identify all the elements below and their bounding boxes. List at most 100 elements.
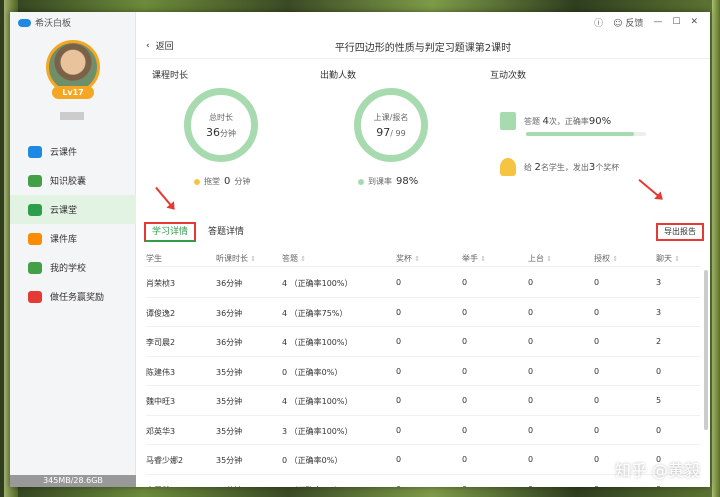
table-cell: 0 bbox=[462, 366, 468, 376]
table-cell: 李司晨2 bbox=[146, 338, 176, 347]
sort-icon[interactable]: ⇕ bbox=[672, 255, 680, 263]
sidebar-item-icon bbox=[28, 174, 42, 187]
duration-ring: 总时长 36分钟 bbox=[184, 88, 258, 162]
stats-panel: 课程时长 总时长 36分钟 拖堂 0 分钟 出勤人数 上课/报名 97/ 99 … bbox=[136, 60, 710, 195]
table-cell: 3 bbox=[656, 307, 662, 317]
table-cell: 0 （正确率0%） bbox=[282, 367, 343, 377]
minimize-icon[interactable]: — bbox=[653, 17, 662, 27]
column-header-label: 奖杯 bbox=[396, 254, 412, 263]
table-cell: 35分钟 bbox=[216, 367, 243, 377]
table-scrollbar[interactable] bbox=[704, 270, 708, 430]
attendance-rate-value: 98% bbox=[396, 176, 419, 187]
column-header[interactable]: 聊天 ⇕ bbox=[656, 253, 680, 264]
column-header-label: 举手 bbox=[462, 254, 478, 263]
table-cell: 2 bbox=[656, 337, 662, 346]
feedback-link[interactable]: ☺ 反馈 bbox=[613, 16, 643, 29]
answer-prefix: 答题 bbox=[524, 116, 540, 126]
column-header[interactable]: 授权 ⇕ bbox=[594, 253, 618, 264]
page-title: 平行四边形的性质与判定习题课第2课时 bbox=[334, 43, 512, 54]
sidebar-item[interactable]: 云课件 bbox=[10, 137, 136, 166]
duration-number: 36 bbox=[206, 125, 220, 139]
table-cell: 35分钟 bbox=[216, 397, 243, 406]
table-cell: 3 （正确率100%） bbox=[282, 426, 353, 436]
table-cell: 5 bbox=[656, 396, 662, 405]
column-header[interactable]: 奖杯 ⇕ bbox=[396, 253, 420, 264]
sidebar-item[interactable]: 课件库 bbox=[10, 224, 136, 253]
column-header[interactable]: 听课时长 ⇕ bbox=[216, 253, 256, 264]
sort-icon[interactable]: ⇕ bbox=[478, 255, 486, 263]
overtime-value: 0 bbox=[224, 176, 231, 187]
table-cell: 0 bbox=[528, 307, 534, 317]
app-brand: 希沃白板 bbox=[18, 16, 71, 29]
cloud-logo-icon bbox=[18, 18, 31, 27]
table-cell: 4 （正确率100%） bbox=[282, 279, 353, 288]
sort-icon[interactable]: ⇕ bbox=[248, 255, 256, 263]
table-cell: 0 bbox=[528, 366, 534, 376]
table-cell: 宋雯希2 bbox=[146, 485, 175, 488]
overtime-note: 拖堂 0 分钟 bbox=[194, 176, 250, 187]
table-cell: 0 bbox=[528, 485, 533, 488]
attendance-rate-label: 到课率 bbox=[368, 177, 392, 186]
table-cell: 0 bbox=[594, 366, 600, 376]
table-row[interactable]: 魏中旺3 35分钟 4 （正确率100%） 0 0 0 0 5 bbox=[146, 386, 700, 416]
sidebar-item-icon bbox=[28, 232, 42, 245]
close-icon[interactable]: ✕ bbox=[690, 17, 698, 27]
table-cell: 0 bbox=[396, 366, 402, 376]
tab-answer-details[interactable]: 答题详情 bbox=[202, 222, 250, 242]
title-bar: ⓘ ☺ 反馈 — ☐ ✕ bbox=[136, 12, 710, 32]
sidebar-item[interactable]: 云课堂 bbox=[10, 195, 136, 224]
column-header-label: 学生 bbox=[146, 254, 162, 263]
sidebar-item-label: 云课堂 bbox=[50, 206, 78, 216]
sidebar-item-icon bbox=[28, 261, 42, 274]
export-report-button[interactable]: 导出报告 bbox=[656, 223, 704, 241]
quiz-icon bbox=[500, 112, 516, 130]
table-row[interactable]: 陈建伟3 35分钟 0 （正确率0%） 0 0 0 0 0 bbox=[146, 357, 700, 386]
table-cell: 0 bbox=[396, 278, 402, 287]
table-cell: 35分钟 bbox=[216, 456, 243, 465]
column-header-label: 授权 bbox=[594, 254, 610, 263]
overtime-dot-icon bbox=[194, 178, 200, 185]
table-cell: 36分钟 bbox=[216, 308, 243, 318]
table-cell: 4 （正确率75%） bbox=[282, 308, 348, 318]
table-cell: 0 bbox=[594, 455, 600, 464]
reward-mid: 名学生，发出 bbox=[540, 162, 589, 172]
column-header[interactable]: 答题 ⇕ bbox=[282, 253, 306, 264]
table-cell: 0 bbox=[656, 366, 662, 376]
table-cell: 0 （正确率0%） bbox=[282, 456, 343, 465]
sort-icon[interactable]: ⇕ bbox=[412, 255, 420, 263]
table-row[interactable]: 李司晨2 36分钟 4 （正确率100%） 0 0 0 0 2 bbox=[146, 327, 700, 357]
table-row[interactable]: 肖荣桢3 36分钟 4 （正确率100%） 0 0 0 0 3 bbox=[146, 268, 700, 298]
feedback-label: 反馈 bbox=[625, 18, 644, 29]
level-badge: Lv17 bbox=[52, 86, 94, 99]
sidebar-item[interactable]: 知识胶囊 bbox=[10, 166, 136, 195]
table-cell: 0 bbox=[656, 425, 662, 435]
sidebar-item[interactable]: 我的学校 bbox=[10, 253, 136, 282]
table-cell: 0 bbox=[528, 425, 534, 435]
column-header-label: 答题 bbox=[282, 254, 298, 263]
sort-icon[interactable]: ⇕ bbox=[298, 255, 306, 263]
info-icon[interactable]: ⓘ bbox=[594, 16, 603, 29]
column-header[interactable]: 举手 ⇕ bbox=[462, 253, 486, 264]
column-header-label: 听课时长 bbox=[216, 254, 248, 263]
maximize-icon[interactable]: ☐ bbox=[672, 17, 680, 27]
table-cell: 魏中旺3 bbox=[146, 397, 176, 406]
duration-title: 课程时长 bbox=[152, 71, 189, 81]
table-row[interactable]: 邓英华3 35分钟 3 （正确率100%） 0 0 0 0 0 bbox=[146, 416, 700, 445]
answer-rate-bar bbox=[526, 132, 646, 136]
sidebar-item-icon bbox=[28, 290, 42, 303]
table-cell: 0 bbox=[462, 396, 468, 405]
table-row[interactable]: 谭俊逸2 36分钟 4 （正确率75%） 0 0 0 0 3 bbox=[146, 298, 700, 327]
interaction-title: 互动次数 bbox=[490, 71, 527, 81]
sort-icon[interactable]: ⇕ bbox=[610, 255, 618, 263]
reward-suffix: 个奖杯 bbox=[595, 162, 620, 172]
sidebar-item[interactable]: 做任务赢奖励 bbox=[10, 282, 136, 311]
sidebar-nav: 云课件 知识胶囊云课堂课件库 我的学校 做任务赢奖励 bbox=[10, 137, 136, 311]
table-cell: 0 bbox=[396, 307, 402, 317]
sort-icon[interactable]: ⇕ bbox=[544, 255, 552, 263]
table-cell: 肖荣桢3 bbox=[146, 279, 176, 288]
answer-summary: 答题 4次，正确率90% bbox=[500, 112, 611, 130]
table-cell: 0 bbox=[396, 485, 401, 488]
attendance-title: 出勤人数 bbox=[320, 71, 357, 81]
tab-study-details[interactable]: 学习详情 bbox=[144, 222, 197, 242]
column-header[interactable]: 上台 ⇕ bbox=[528, 253, 552, 264]
